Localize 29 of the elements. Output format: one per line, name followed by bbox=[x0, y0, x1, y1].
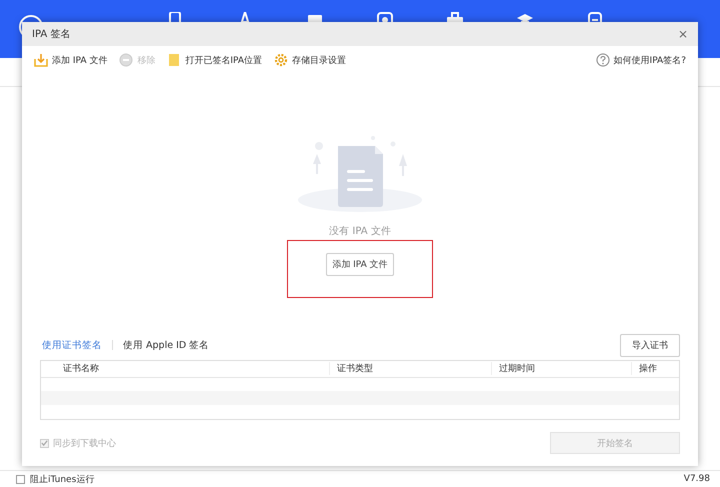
phone-icon[interactable] bbox=[167, 12, 183, 22]
minus-circle-icon bbox=[119, 53, 134, 67]
column-header: 证书类型 bbox=[329, 362, 491, 376]
toolbar-button[interactable]: 存储目录设置 bbox=[274, 53, 346, 67]
box-icon[interactable] bbox=[307, 12, 323, 22]
tab[interactable]: 使用 Apple ID 签名 bbox=[123, 338, 210, 352]
help-link[interactable]: 如何使用IPA签名? bbox=[596, 53, 686, 67]
question-circle-icon bbox=[596, 53, 610, 67]
archive-icon[interactable] bbox=[587, 12, 603, 22]
checkbox-label: 阻止iTunes运行 bbox=[30, 474, 94, 486]
note-icon bbox=[167, 53, 182, 67]
checkbox-label: 同步到下载中心 bbox=[53, 438, 116, 450]
column-header: 过期时间 bbox=[491, 362, 631, 376]
close-button[interactable]: × bbox=[678, 27, 688, 41]
version-label: V7.98 bbox=[684, 474, 710, 484]
add-file-button[interactable]: 添加 IPA 文件 bbox=[326, 252, 394, 276]
toolbar-button[interactable]: 添加 IPA 文件 bbox=[34, 53, 108, 67]
checkbox[interactable] bbox=[16, 474, 25, 484]
empty-message: 没有 IPA 文件 bbox=[329, 224, 391, 238]
graduation-cap-icon[interactable] bbox=[517, 12, 533, 22]
gear-icon bbox=[274, 53, 288, 67]
import-button[interactable]: 导入证书 bbox=[620, 334, 680, 356]
check-icon bbox=[41, 439, 48, 447]
tab[interactable]: 使用证书签名 bbox=[42, 338, 102, 352]
column-header: 操作 bbox=[631, 362, 679, 376]
download-tray-icon bbox=[34, 53, 48, 67]
column-header: 证书名称 bbox=[62, 362, 100, 376]
toolbar-button[interactable]: 打开已签名IPA位置 bbox=[167, 53, 262, 67]
window-title: IPA 签名 bbox=[32, 28, 70, 41]
